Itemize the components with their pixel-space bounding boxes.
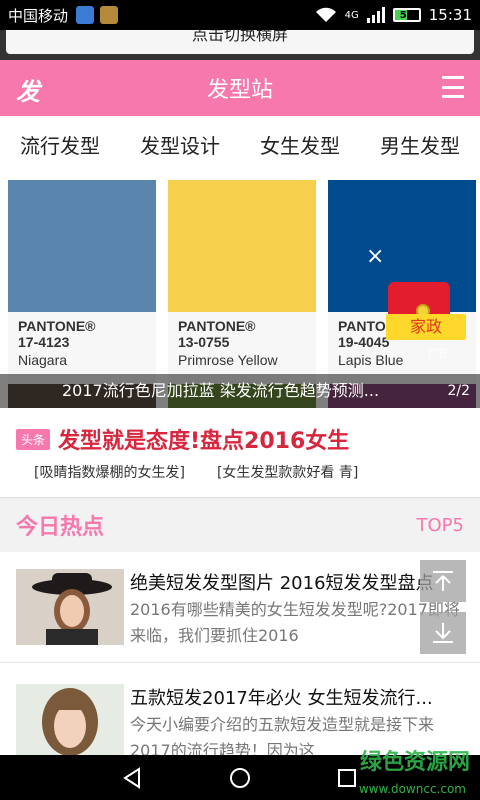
watermark-logo: 绿色资源网 [359, 750, 470, 775]
card-brand: PANTONE® [18, 318, 96, 334]
status-icons: 4G 50 15:31 [315, 6, 472, 24]
card-name: Primrose Yellow [178, 352, 278, 368]
headline-tag: 头条 [16, 428, 51, 450]
card-code: 13-0755 [178, 334, 230, 350]
ad-close-icon[interactable]: × [366, 244, 384, 269]
headline-sub-links: [吸睛指数爆棚的女生发] [女生发型款款好看 青] [34, 462, 480, 482]
clock: 15:31 [428, 6, 472, 24]
nav-item-women[interactable]: 女生发型 [260, 130, 340, 159]
nav-item-men[interactable]: 男生发型 [380, 130, 460, 159]
category-nav: 流行发型 发型设计 女生发型 男生发型 [0, 116, 480, 172]
battery-icon: 50 [392, 8, 421, 22]
headline-text[interactable]: 发型就是态度!盘点2016女生 [58, 423, 349, 455]
sub-link[interactable]: [吸睛指数爆棚的女生发] [34, 462, 185, 482]
rotate-hint-bar[interactable]: 点击切换横屏 [0, 30, 480, 60]
download-icon [433, 623, 453, 643]
watermark-url: www.downcc.com [358, 782, 466, 796]
card-name: Niagara [18, 352, 68, 368]
home-icon[interactable] [226, 764, 254, 792]
scroll-top-icon [433, 571, 453, 591]
site-logo[interactable]: 发 [16, 72, 40, 107]
signal-icon [366, 7, 385, 23]
color-swatch [168, 180, 316, 312]
sub-link[interactable]: [女生发型款款好看 青] [217, 462, 358, 482]
battery-level: 50 [399, 9, 414, 21]
ad-tag: 广告 [428, 349, 448, 360]
notification-app-icon [100, 6, 119, 24]
nav-item-design[interactable]: 发型设计 [140, 130, 220, 159]
notification-app-icon [76, 6, 95, 24]
article-thumbnail[interactable] [16, 569, 124, 645]
scroll-top-button[interactable] [420, 560, 466, 602]
rotate-hint-text[interactable]: 点击切换横屏 [6, 30, 474, 54]
download-button[interactable] [420, 612, 466, 654]
article-thumbnail[interactable] [16, 684, 124, 760]
article-item[interactable]: 绝美短发发型图片 2016短发发型盘点 2016有哪些精美的女生短发发型呢?20… [0, 553, 480, 663]
color-swatch [8, 180, 156, 312]
banner-counter: 2/2 [447, 383, 470, 399]
nav-item-popular[interactable]: 流行发型 [20, 130, 100, 159]
app-screen: 中国移动 4G 50 15:31 点击切换横屏 发 发型站 流行发型 发型设计 … [0, 0, 480, 800]
app-header: 发 发型站 [0, 60, 480, 116]
status-bar: 中国移动 4G 50 15:31 [0, 0, 480, 30]
article-title[interactable]: 五款短发2017年必火 女生短发流行... [130, 684, 472, 710]
hot-section-top-label[interactable]: TOP5 [417, 515, 464, 536]
banner-caption[interactable]: 2017流行色尼加拉蓝 染发流行色趋势预测... [0, 374, 480, 408]
hot-section-header: 今日热点 TOP5 [0, 497, 480, 552]
wifi-icon [315, 7, 336, 22]
carrier-name: 中国移动 [8, 6, 69, 25]
hot-section-title: 今日热点 [16, 515, 105, 540]
recent-apps-icon[interactable] [333, 764, 361, 792]
site-title: 发型站 [206, 78, 273, 103]
card-code: 17-4123 [18, 334, 70, 350]
ad-label[interactable]: 家政 [386, 314, 466, 340]
card-brand: PANTONE® [178, 318, 256, 334]
headline[interactable]: 头条 发型就是态度!盘点2016女生 [16, 422, 470, 456]
network-type: 4G [344, 9, 359, 21]
menu-icon[interactable] [442, 76, 464, 98]
back-icon[interactable] [119, 764, 147, 792]
